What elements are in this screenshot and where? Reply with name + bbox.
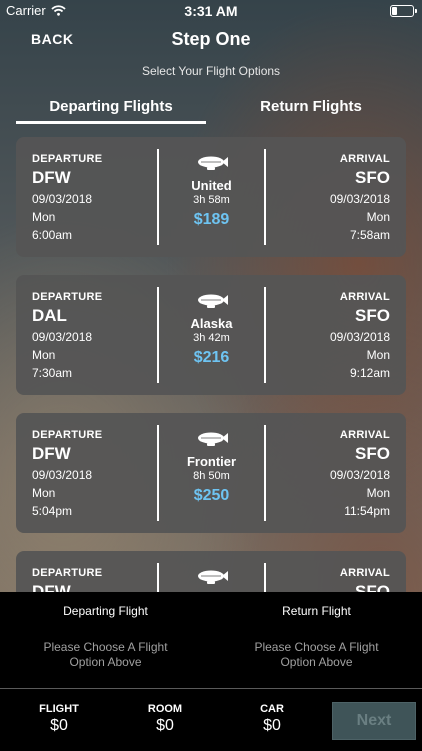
airship-icon xyxy=(197,432,228,446)
flight-price: $189 xyxy=(193,211,230,228)
arrival-date: 09/03/2018 xyxy=(329,330,390,344)
flight-price: $216 xyxy=(193,349,230,366)
airship-icon xyxy=(197,570,228,584)
return-summary-label: Return Flight xyxy=(282,604,351,618)
departure-airport: DAL xyxy=(32,306,67,325)
divider xyxy=(264,287,266,383)
departure-label: DEPARTURE xyxy=(32,291,103,303)
departure-info: DEPARTURE DFW 09/03/2018 Mon 6:00am xyxy=(32,153,152,242)
departure-airport: DFW xyxy=(32,582,71,592)
arrival-time: 7:58am xyxy=(349,228,390,242)
room-total-label: ROOM xyxy=(147,703,183,715)
flight-total: FLIGHT $0 xyxy=(19,703,99,735)
departure-date: 09/03/2018 xyxy=(32,330,93,344)
flight-middle: Alaska 3h 42m $216 xyxy=(159,293,264,367)
arrival-info: ARRIVAL SFO 09/03/2018 Mon 9:12am xyxy=(270,291,390,380)
cost-footer: FLIGHT $0 ROOM $0 CAR $0 Next xyxy=(0,688,422,751)
departure-airport: DFW xyxy=(32,168,71,187)
arrival-label: ARRIVAL xyxy=(339,429,390,441)
flight-tabs: Departing Flights Return Flights xyxy=(0,98,422,128)
status-bar: Carrier 3:31 AM xyxy=(0,0,422,22)
departure-day: Mon xyxy=(32,348,56,362)
departure-date: 09/03/2018 xyxy=(32,192,93,206)
departure-info: DEPARTURE DAL 09/03/2018 Mon 7:30am xyxy=(32,291,152,380)
arrival-day: Mon xyxy=(366,348,390,362)
room-total: ROOM $0 xyxy=(125,703,205,735)
arrival-info: ARRIVAL SFO 09/03/2018 Mon 11:54pm xyxy=(270,429,390,518)
arrival-airport: SFO xyxy=(355,306,390,325)
arrival-info: ARRIVAL SFO 09/03/2018 Mon 7:58am xyxy=(270,153,390,242)
flight-card[interactable]: DEPARTURE DAL 09/03/2018 Mon 7:30am Alas… xyxy=(16,275,406,395)
departure-label: DEPARTURE xyxy=(32,429,103,441)
selection-summary: Departing Flight Please Choose A Flight … xyxy=(0,592,422,688)
flight-middle: Frontier 8h 50m $250 xyxy=(159,431,264,505)
page-subtitle: Select Your Flight Options xyxy=(141,64,281,78)
return-summary: Return Flight Please Choose A Flight Opt… xyxy=(211,604,422,670)
arrival-time: 9:12am xyxy=(349,366,390,380)
departure-info: DEPARTURE DFW 09/03/2018 Mon 5:04pm xyxy=(32,429,152,518)
departure-date: 09/03/2018 xyxy=(32,468,93,482)
car-total: CAR $0 xyxy=(232,703,312,735)
flight-price: $250 xyxy=(193,487,230,504)
airline-name: Alaska xyxy=(190,316,233,331)
divider xyxy=(264,149,266,245)
airline-name: United xyxy=(191,178,232,193)
flight-duration: 3h 58m xyxy=(193,194,230,206)
departure-info: DEPARTURE DFW xyxy=(32,567,152,592)
airline-name: Frontier xyxy=(186,454,237,469)
tab-departing-flights[interactable]: Departing Flights xyxy=(16,98,206,115)
arrival-airport: SFO xyxy=(355,582,390,592)
flight-card[interactable]: DEPARTURE DFW 09/03/2018 Mon 6:00am Unit… xyxy=(16,137,406,257)
arrival-label: ARRIVAL xyxy=(339,291,390,303)
flight-card[interactable]: DEPARTURE DFW ARRIVAL SFO xyxy=(16,551,406,592)
arrival-info: ARRIVAL SFO xyxy=(270,567,390,592)
departure-airport: DFW xyxy=(32,444,71,463)
arrival-label: ARRIVAL xyxy=(339,567,390,579)
flight-duration: 3h 42m xyxy=(193,332,230,344)
departure-day: Mon xyxy=(32,486,56,500)
arrival-day: Mon xyxy=(366,210,390,224)
active-tab-indicator xyxy=(16,121,206,124)
arrival-time: 11:54pm xyxy=(344,504,390,518)
divider xyxy=(264,425,266,521)
flight-middle xyxy=(159,569,264,587)
divider xyxy=(264,563,266,592)
departure-day: Mon xyxy=(32,210,56,224)
arrival-airport: SFO xyxy=(355,444,390,463)
departing-summary: Departing Flight Please Choose A Flight … xyxy=(0,604,211,670)
airship-icon xyxy=(197,294,228,308)
flight-total-label: FLIGHT xyxy=(39,703,79,715)
departure-time: 7:30am xyxy=(32,366,73,380)
arrival-label: ARRIVAL xyxy=(339,153,390,165)
flight-card[interactable]: DEPARTURE DFW 09/03/2018 Mon 5:04pm Fron… xyxy=(16,413,406,533)
flight-middle: United 3h 58m $189 xyxy=(159,155,264,229)
arrival-airport: SFO xyxy=(355,168,390,187)
room-total-value: $0 xyxy=(156,717,174,734)
page-title: Step One xyxy=(171,29,251,49)
arrival-date: 09/03/2018 xyxy=(329,192,390,206)
arrival-day: Mon xyxy=(366,486,390,500)
car-total-value: $0 xyxy=(263,717,281,734)
departure-label: DEPARTURE xyxy=(32,153,103,165)
tab-return-flights[interactable]: Return Flights xyxy=(216,98,406,115)
return-summary-message: Please Choose A Flight Option Above xyxy=(254,640,379,669)
arrival-date: 09/03/2018 xyxy=(329,468,390,482)
status-time: 3:31 AM xyxy=(184,3,238,19)
flight-list[interactable]: DEPARTURE DFW 09/03/2018 Mon 6:00am Unit… xyxy=(0,137,422,592)
departure-time: 5:04pm xyxy=(32,504,73,518)
car-total-label: CAR xyxy=(260,703,284,715)
departure-label: DEPARTURE xyxy=(32,567,103,579)
departing-summary-message: Please Choose A Flight Option Above xyxy=(43,640,168,669)
flight-duration: 8h 50m xyxy=(193,470,230,482)
battery-icon xyxy=(390,5,417,17)
flight-total-value: $0 xyxy=(50,717,68,734)
airship-icon xyxy=(197,156,228,170)
departure-time: 6:00am xyxy=(32,228,73,242)
departing-summary-label: Departing Flight xyxy=(63,604,148,618)
next-button[interactable]: Next xyxy=(332,702,416,740)
